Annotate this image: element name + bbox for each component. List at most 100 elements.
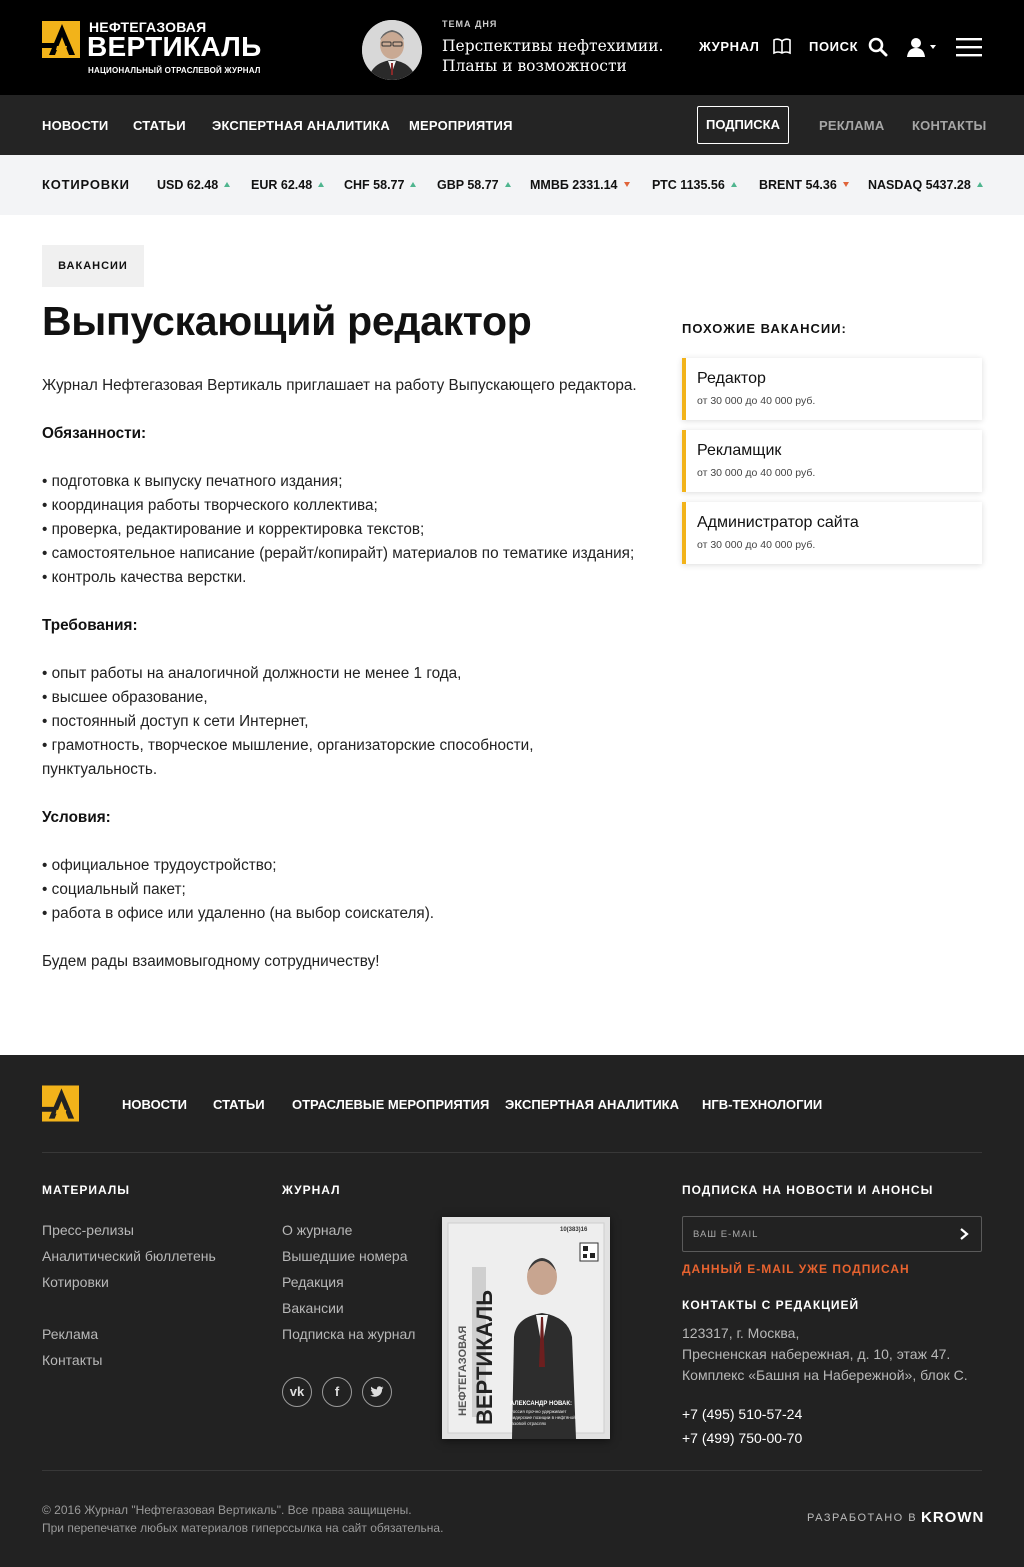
- trend-up-icon: [976, 182, 983, 187]
- quote-eur: EUR 62.48: [251, 178, 325, 192]
- quote-value: USD 62.48: [157, 178, 219, 192]
- site-logo[interactable]: НЕФТЕГАЗОВАЯ ВЕРТИКАЛЬ НАЦИОНАЛЬНЫЙ ОТРА…: [42, 19, 272, 79]
- email-placeholder: ВАШ E-MAIL: [693, 1229, 759, 1240]
- developer-logo[interactable]: KROWN: [921, 1509, 984, 1526]
- journal-link[interactable]: ЖУРНАЛ: [699, 39, 760, 54]
- similar-vacancy-card[interactable]: Редактор от 30 000 до 40 000 руб.: [682, 358, 982, 420]
- quote-value: GBP 58.77: [437, 178, 499, 192]
- user-icon[interactable]: [906, 37, 938, 57]
- copyright: © 2016 Журнал "Нефтегазовая Вертикаль". …: [42, 1501, 443, 1537]
- nav-item-articles[interactable]: СТАТЬИ: [133, 118, 186, 133]
- list-item: • координация работы творческого коллект…: [42, 497, 378, 514]
- nav-item-events[interactable]: МЕРОПРИЯТИЯ: [409, 118, 513, 133]
- quote-rts: РТС 1135.56: [652, 178, 737, 192]
- nav-item-contacts[interactable]: КОНТАКТЫ: [912, 118, 986, 133]
- closing-text: Будем рады взаимовыгодному сотрудничеств…: [42, 953, 380, 970]
- list-item: • подготовка к выпуску печатного издания…: [42, 473, 343, 490]
- quotes-label: КОТИРОВКИ: [42, 177, 130, 192]
- list-item: • грамотность, творческое мышление, орга…: [42, 737, 534, 778]
- magazine-cover[interactable]: 10(383)16 НЕФТЕГАЗОВАЯ ВЕРТИКАЛЬ АЛЕКСАН…: [442, 1217, 610, 1439]
- footer-link-ads[interactable]: Реклама: [42, 1326, 98, 1342]
- vacancy-salary: от 30 000 до 40 000 руб.: [697, 467, 816, 479]
- footer-link-bulletin[interactable]: Аналитический бюллетень: [42, 1248, 216, 1264]
- email-error-message: ДАННЫЙ E-MAIL УЖЕ ПОДПИСАН: [682, 1262, 910, 1276]
- vacancy-title: Редактор: [697, 370, 766, 387]
- conditions-heading: Условия:: [42, 809, 111, 826]
- address-line: Пресненская набережная, д. 10, этаж 47.: [682, 1346, 951, 1362]
- footer-link-vacancies[interactable]: Вакансии: [282, 1300, 344, 1316]
- nav-item-news[interactable]: НОВОСТИ: [42, 118, 108, 133]
- quote-value: РТС 1135.56: [652, 178, 725, 192]
- journal-title: ЖУРНАЛ: [282, 1183, 341, 1197]
- vacancy-salary: от 30 000 до 40 000 руб.: [697, 395, 816, 407]
- footer-logo-icon[interactable]: [42, 1085, 79, 1122]
- intro-text: Журнал Нефтегазовая Вертикаль приглашает…: [42, 377, 637, 394]
- footer-link-editorial[interactable]: Редакция: [282, 1274, 344, 1290]
- footer-nav-tech[interactable]: НГВ-ТЕХНОЛОГИИ: [702, 1097, 822, 1112]
- footer-nav-events[interactable]: ОТРАСЛЕВЫЕ МЕРОПРИЯТИЯ: [292, 1097, 489, 1112]
- footer-link-contacts[interactable]: Контакты: [42, 1352, 102, 1368]
- quote-brent: BRENT 54.36: [759, 178, 849, 192]
- twitter-icon[interactable]: [362, 1377, 392, 1407]
- search-link[interactable]: ПОИСК: [809, 39, 858, 54]
- person-photo-icon: [362, 20, 422, 80]
- quote-value: CHF 58.77: [344, 178, 405, 192]
- facebook-icon[interactable]: f: [322, 1377, 352, 1407]
- phone-link[interactable]: +7 (499) 750-00-70: [682, 1430, 802, 1446]
- vacancy-title: Рекламщик: [697, 442, 782, 459]
- logo-mark-icon: [42, 21, 80, 58]
- menu-icon[interactable]: [956, 37, 982, 57]
- quote-usd: USD 62.48: [157, 178, 231, 192]
- search-icon[interactable]: [868, 37, 888, 57]
- logo-main-text: ВЕРТИКАЛЬ: [87, 31, 262, 62]
- footer-nav-analytics[interactable]: ЭКСПЕРТНАЯ АНАЛИТИКА: [505, 1097, 679, 1112]
- subscribe-button[interactable]: ПОДПИСКА: [697, 106, 789, 144]
- footer-nav-articles[interactable]: СТАТЬИ: [213, 1097, 265, 1112]
- topic-title-link[interactable]: Перспективы нефтехимии. Планы и возможно…: [442, 36, 672, 76]
- list-item: • постоянный доступ к сети Интернет,: [42, 713, 309, 730]
- address-line: 123317, г. Москва,: [682, 1325, 800, 1341]
- materials-title: МАТЕРИАЛЫ: [42, 1183, 131, 1197]
- chevron-right-icon[interactable]: [959, 1227, 969, 1241]
- trend-up-icon: [318, 182, 325, 187]
- list-item: • работа в офисе или удаленно (на выбор …: [42, 905, 435, 922]
- logo-subtitle: НАЦИОНАЛЬНЫЙ ОТРАСЛЕВОЙ ЖУРНАЛ: [88, 66, 261, 75]
- similar-vacancy-card[interactable]: Рекламщик от 30 000 до 40 000 руб.: [682, 430, 982, 492]
- main-nav: НОВОСТИ СТАТЬИ ЭКСПЕРТНАЯ АНАЛИТИКА МЕРО…: [0, 95, 1024, 155]
- footer-link-subscribe[interactable]: Подписка на журнал: [282, 1326, 415, 1342]
- vk-icon[interactable]: vk: [282, 1377, 312, 1407]
- address-line: Комплекс «Башня на Набережной», блок С.: [682, 1367, 968, 1383]
- nav-item-ads[interactable]: РЕКЛАМА: [819, 118, 884, 133]
- cover-title-top: НЕФТЕГАЗОВАЯ: [457, 1325, 469, 1416]
- footer-nav-news[interactable]: НОВОСТИ: [122, 1097, 187, 1112]
- footer-link-press[interactable]: Пресс-релизы: [42, 1222, 134, 1238]
- category-tag[interactable]: ВАКАНСИИ: [42, 245, 144, 287]
- trend-up-icon: [504, 182, 511, 187]
- topic-avatar[interactable]: [362, 20, 422, 80]
- phone-link[interactable]: +7 (495) 510-57-24: [682, 1406, 802, 1422]
- quote-value: ММВБ 2331.14: [530, 178, 618, 192]
- footer-link-quotes[interactable]: Котировки: [42, 1274, 109, 1290]
- top-header: НЕФТЕГАЗОВАЯ ВЕРТИКАЛЬ НАЦИОНАЛЬНЫЙ ОТРА…: [0, 0, 1024, 95]
- similar-vacancies-title: ПОХОЖИЕ ВАКАНСИИ:: [682, 321, 847, 336]
- twitter-bird-icon: [370, 1386, 384, 1397]
- trend-down-icon: [623, 182, 630, 187]
- list-item: • опыт работы на аналогичной должности н…: [42, 665, 462, 682]
- page-title: Выпускающий редактор: [42, 298, 532, 344]
- quote-value: NASDAQ 5437.28: [868, 178, 971, 192]
- similar-vacancy-card[interactable]: Администратор сайта от 30 000 до 40 000 …: [682, 502, 982, 564]
- vacancy-salary: от 30 000 до 40 000 руб.: [697, 539, 816, 551]
- book-icon[interactable]: [772, 37, 792, 55]
- nav-item-analytics[interactable]: ЭКСПЕРТНАЯ АНАЛИТИКА: [212, 118, 390, 133]
- quote-value: EUR 62.48: [251, 178, 313, 192]
- list-item: • самостоятельное написание (рерайт/копи…: [42, 545, 635, 562]
- email-field[interactable]: ВАШ E-MAIL: [682, 1216, 982, 1252]
- footer-divider: [42, 1152, 982, 1153]
- trend-down-icon: [842, 182, 849, 187]
- footer-link-issues[interactable]: Вышедшие номера: [282, 1248, 408, 1264]
- quote-chf: CHF 58.77: [344, 178, 417, 192]
- footer-link-about[interactable]: О журнале: [282, 1222, 352, 1238]
- quote-nasdaq: NASDAQ 5437.28: [868, 178, 983, 192]
- site-footer: НОВОСТИ СТАТЬИ ОТРАСЛЕВЫЕ МЕРОПРИЯТИЯ ЭК…: [0, 1055, 1024, 1567]
- topic-label: ТЕМА ДНЯ: [442, 19, 498, 29]
